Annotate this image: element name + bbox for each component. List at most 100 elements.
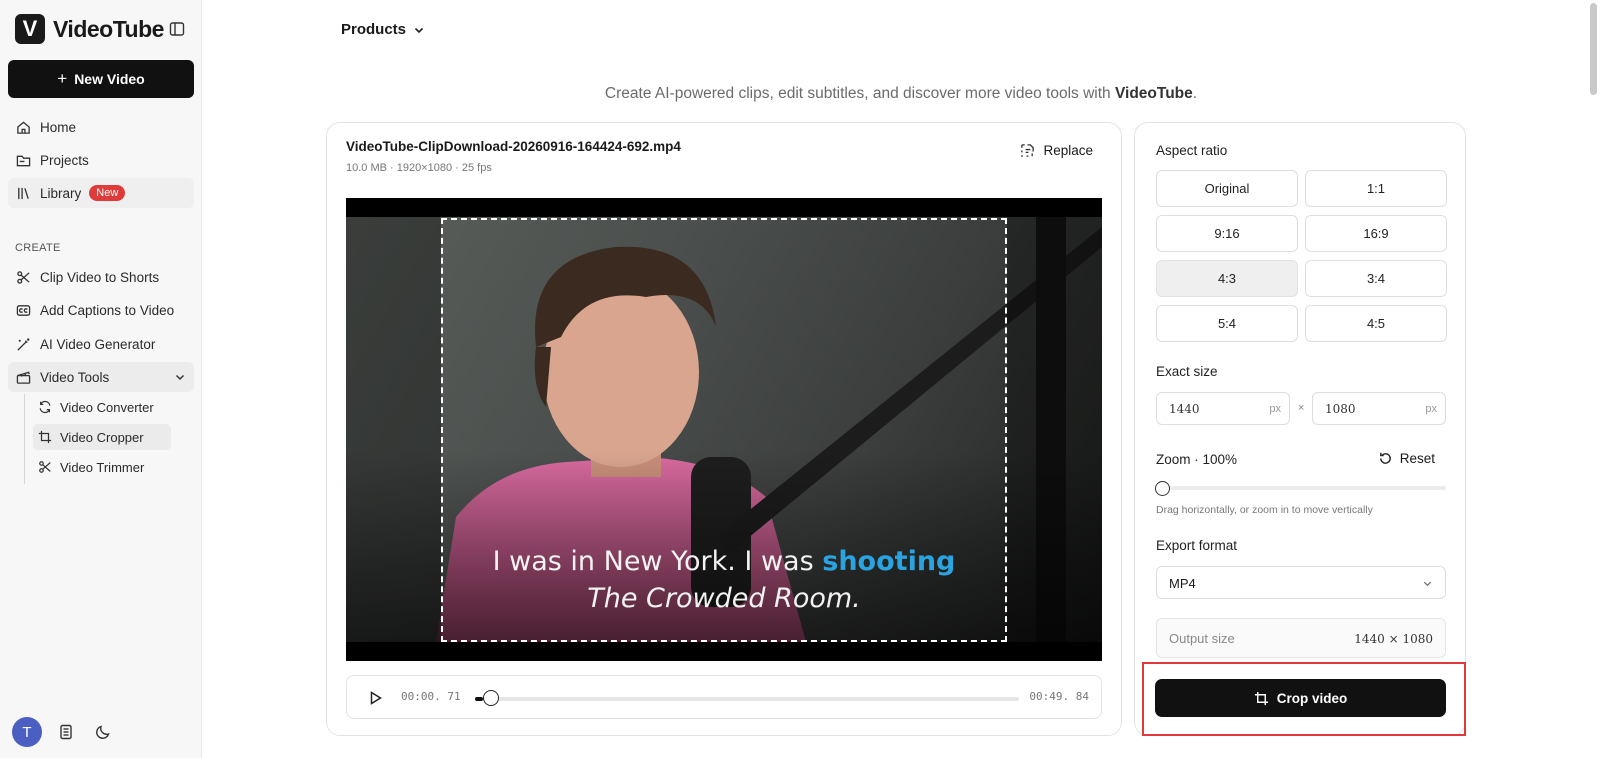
sidebar-item-video-tools[interactable]: Video Tools <box>8 362 194 392</box>
sidebar-item-library[interactable]: Library New <box>8 178 194 208</box>
refresh-icon <box>38 400 52 414</box>
sidebar-subitem-video-cropper[interactable]: Video Cropper <box>33 424 171 450</box>
sidebar-item-clip-to-shorts[interactable]: Clip Video to Shorts <box>8 262 194 292</box>
sidebar-item-add-captions[interactable]: Add Captions to Video <box>8 295 194 325</box>
reset-label: Reset <box>1399 451 1435 466</box>
chevron-down-icon <box>413 24 425 36</box>
ratio-original-button[interactable]: Original <box>1156 170 1298 207</box>
ratio-1-1-button[interactable]: 1:1 <box>1305 170 1447 207</box>
sidebar-item-label: Video Tools <box>40 369 110 385</box>
ratio-16-9-button[interactable]: 16:9 <box>1305 215 1447 252</box>
sidebar: V VideoTube + New Video Home Projects Li… <box>0 0 202 758</box>
moon-icon[interactable] <box>95 724 111 740</box>
export-format-value: MP4 <box>1169 576 1196 591</box>
current-time: 00:00. 71 <box>401 690 461 703</box>
seek-progress <box>475 697 483 701</box>
sidebar-subitem-label: Video Cropper <box>60 429 144 445</box>
replace-label: Replace <box>1043 143 1093 158</box>
seek-track[interactable] <box>475 697 1019 701</box>
sidebar-item-label: Projects <box>40 152 89 168</box>
output-size-box: Output size 1440 × 1080 <box>1156 618 1446 658</box>
sidebar-subitem-label: Video Trimmer <box>60 459 145 475</box>
sidebar-item-label: Home <box>40 119 77 135</box>
sidebar-subitem-video-converter[interactable]: Video Converter <box>33 394 171 420</box>
chevron-down-icon[interactable] <box>174 371 186 383</box>
crop-dim-left <box>346 217 441 642</box>
subtitle-line-1-text: I was in New York. I was <box>492 546 823 577</box>
sidebar-subitem-label: Video Converter <box>60 399 154 415</box>
crop-video-label: Crop video <box>1276 690 1348 706</box>
ratio-3-4-button[interactable]: 3:4 <box>1305 260 1447 297</box>
new-badge: New <box>89 185 126 201</box>
replace-file-icon <box>1020 143 1035 158</box>
sidebar-item-home[interactable]: Home <box>8 112 194 142</box>
output-size-value: 1440 × 1080 <box>1354 632 1433 646</box>
duration: 00:49. 84 <box>1029 690 1089 703</box>
export-format-select[interactable]: MP4 <box>1156 566 1446 599</box>
video-preview[interactable]: I was in New York. I was shooting The Cr… <box>346 198 1102 661</box>
products-menu[interactable]: Products <box>341 21 425 38</box>
sidebar-item-projects[interactable]: Projects <box>8 145 194 175</box>
magic-wand-icon <box>16 337 31 352</box>
ratio-5-4-button[interactable]: 5:4 <box>1156 305 1298 342</box>
crop-selection-box[interactable] <box>441 218 1007 642</box>
times-symbol: × <box>1298 402 1305 414</box>
subtitle-line-2: The Crowded Room. <box>587 583 861 614</box>
scissors-icon <box>38 460 52 474</box>
exact-size-label: Exact size <box>1156 364 1218 379</box>
sidebar-item-label: AI Video Generator <box>40 336 156 352</box>
sidebar-item-label: Library <box>40 185 82 201</box>
zoom-label: Zoom · 100% <box>1156 452 1238 467</box>
video-card: VideoTube-ClipDownload-20260916-164424-6… <box>326 122 1122 736</box>
ratio-9-16-button[interactable]: 9:16 <box>1156 215 1298 252</box>
zoom-slider-track[interactable] <box>1156 486 1446 490</box>
file-name: VideoTube-ClipDownload-20260916-164424-6… <box>346 139 681 154</box>
width-value: 1440 <box>1169 402 1200 416</box>
logo: V <box>15 14 45 44</box>
crop-video-button[interactable]: Crop video <box>1155 679 1446 717</box>
sidebar-toggle-icon[interactable] <box>169 21 185 37</box>
crop-icon <box>38 430 52 444</box>
play-icon[interactable] <box>367 690 383 706</box>
ratio-4-3-button[interactable]: 4:3 <box>1156 260 1298 297</box>
page-scrollbar[interactable] <box>1590 3 1597 95</box>
captions-icon <box>16 303 31 318</box>
zoom-slider-handle[interactable] <box>1155 481 1170 496</box>
player-controls: 00:00. 71 00:49. 84 <box>346 675 1102 719</box>
products-label: Products <box>341 21 407 38</box>
create-section-label: CREATE <box>15 242 61 254</box>
crop-dim-right <box>1007 217 1102 642</box>
sidebar-item-label: Add Captions to Video <box>40 302 175 318</box>
seek-handle[interactable] <box>483 690 499 706</box>
sidebar-item-label: Clip Video to Shorts <box>40 269 160 285</box>
avatar[interactable]: T <box>12 717 42 747</box>
height-input[interactable]: 1080 px <box>1312 392 1446 425</box>
scissors-icon <box>16 270 31 285</box>
home-icon <box>16 120 31 135</box>
aspect-ratio-label: Aspect ratio <box>1156 143 1228 158</box>
library-icon <box>16 186 31 201</box>
crop-settings-panel: Aspect ratio Original 1:1 9:16 16:9 4:3 … <box>1134 122 1466 736</box>
tagline-brand: VideoTube <box>1114 85 1193 102</box>
replace-button[interactable]: Replace <box>1020 143 1093 158</box>
brand-name: VideoTube <box>53 15 164 42</box>
width-unit: px <box>1269 403 1281 415</box>
export-format-label: Export format <box>1156 538 1238 553</box>
output-size-label: Output size <box>1169 631 1235 646</box>
brand[interactable]: V VideoTube <box>15 14 164 44</box>
height-unit: px <box>1425 403 1437 415</box>
tagline-suffix: . <box>1192 85 1198 102</box>
reset-button[interactable]: Reset <box>1378 451 1435 466</box>
subnav-divider <box>24 394 25 484</box>
folder-icon <box>16 153 31 168</box>
tagline: Create AI-powered clips, edit subtitles,… <box>0 85 1600 103</box>
width-input[interactable]: 1440 px <box>1156 392 1290 425</box>
reset-icon <box>1378 451 1393 466</box>
file-meta: 10.0 MB · 1920×1080 · 25 fps <box>346 162 492 174</box>
sidebar-item-ai-video-generator[interactable]: AI Video Generator <box>8 329 194 359</box>
height-value: 1080 <box>1325 402 1356 416</box>
document-icon[interactable] <box>58 724 74 740</box>
ratio-4-5-button[interactable]: 4:5 <box>1305 305 1447 342</box>
crop-icon <box>1254 691 1269 706</box>
sidebar-subitem-video-trimmer[interactable]: Video Trimmer <box>33 454 171 480</box>
